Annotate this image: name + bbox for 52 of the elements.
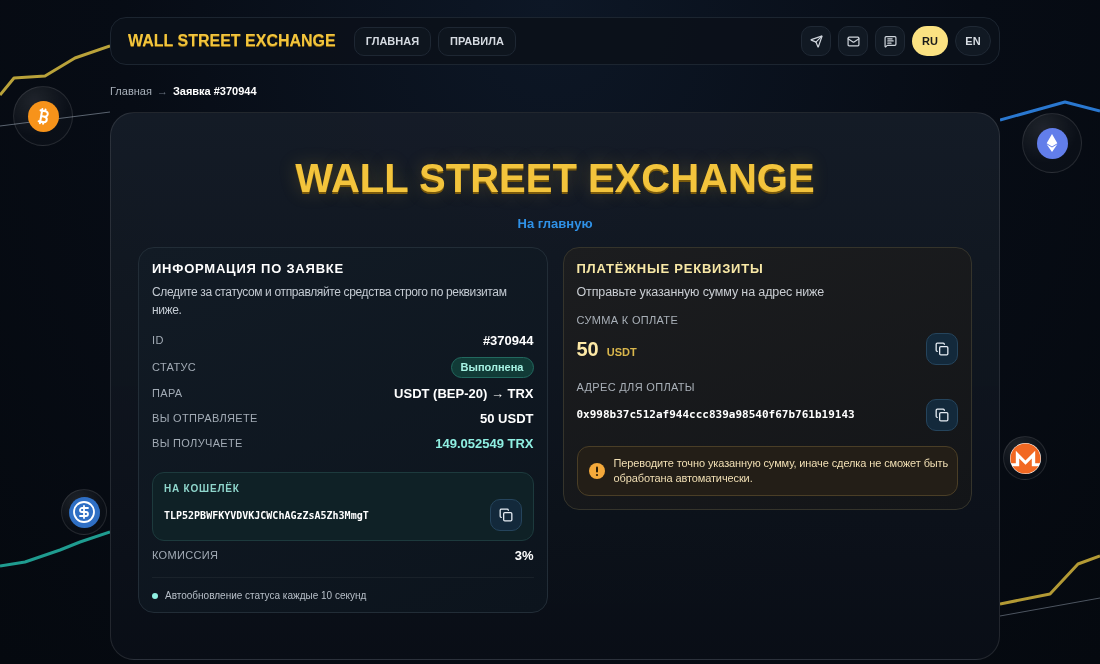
wallet-label: НА КОШЕЛЁК	[164, 483, 241, 495]
ethereum-coin-icon	[1022, 113, 1082, 173]
card-title: ИНФОРМАЦИЯ ПО ЗАЯВКЕ	[152, 261, 345, 277]
row-value: USDT (BEP-20) → TRX	[394, 384, 534, 403]
row-label: ID	[152, 333, 164, 349]
warning-text: Переводите точно указанную сумму, иначе сделка не сможет быть обработана автоматически.	[613, 456, 950, 486]
nav-link[interactable]: ПРАВИЛА	[438, 26, 516, 56]
breadcrumb-current: Заявка #370944	[172, 83, 257, 99]
status-badge: Выполнена	[450, 356, 534, 378]
telegram-button[interactable]	[801, 26, 831, 56]
amount-value: 50	[576, 337, 599, 362]
copy-icon	[935, 342, 949, 356]
card-description: Отправьте указанную сумму на адрес ниже	[576, 284, 826, 301]
paper-plane-icon	[809, 34, 823, 48]
row-label: СТАТУС	[152, 359, 197, 375]
mail-icon	[846, 34, 860, 48]
wallet-address: TLP52PBWFKYVDVKJCWChAGzZsA5Zh3MmgT	[164, 508, 369, 523]
language-button[interactable]: RU	[912, 26, 948, 56]
copy-icon	[935, 408, 949, 422]
card-title: ПЛАТЁЖНЫЕ РЕКВИЗИТЫ	[576, 261, 765, 277]
row-label: КОМИССИЯ	[152, 548, 219, 564]
row-label: ВЫ ОТПРАВЛЯЕТЕ	[152, 411, 258, 427]
field-label: СУММА К ОПЛАТЕ	[576, 313, 680, 327]
bitcoin-coin-icon	[13, 86, 73, 146]
amount-currency: USDT	[606, 345, 637, 360]
row-value: 149.052549 TRX	[435, 434, 534, 453]
card-description: Следите за статусом и отправляйте средства строго по реквизитам ниже.	[152, 284, 508, 319]
mail-button[interactable]	[838, 26, 868, 56]
home-link[interactable]: На главную	[517, 216, 593, 232]
copy-button[interactable]	[926, 399, 958, 431]
breadcrumb-link[interactable]: Главная	[110, 82, 152, 100]
warning-icon	[588, 463, 605, 479]
row-value: 50 USDT	[480, 409, 534, 428]
language-button[interactable]: EN	[955, 26, 991, 56]
auto-update-note: Автообновление статуса каждые 10 секунд	[165, 588, 367, 603]
monero-coin-icon	[1003, 436, 1047, 480]
field-label: АДРЕС ДЛЯ ОПЛАТЫ	[576, 380, 696, 394]
payment-address: 0x998b37c512af944ccc839a98540f67b761b19143	[576, 406, 855, 423]
row-value: #370944	[482, 331, 534, 350]
row-label: ВЫ ПОЛУЧАЕТЕ	[152, 436, 243, 452]
copy-button[interactable]	[489, 499, 522, 531]
row-value: 3%	[514, 546, 534, 565]
copy-button[interactable]	[926, 333, 958, 365]
hero-title: WALL STREET EXCHANGE	[295, 158, 815, 198]
nav-link[interactable]: ГЛАВНАЯ	[353, 26, 432, 56]
chat-button[interactable]	[875, 26, 905, 56]
logo[interactable]: WALL STREET EXCHANGE	[128, 29, 336, 53]
row-label: ПАРА	[152, 386, 183, 402]
dollar-coin-icon	[61, 489, 107, 535]
copy-icon	[498, 508, 513, 522]
breadcrumb-separator: →	[156, 83, 168, 99]
chat-bubble-icon	[883, 34, 897, 48]
